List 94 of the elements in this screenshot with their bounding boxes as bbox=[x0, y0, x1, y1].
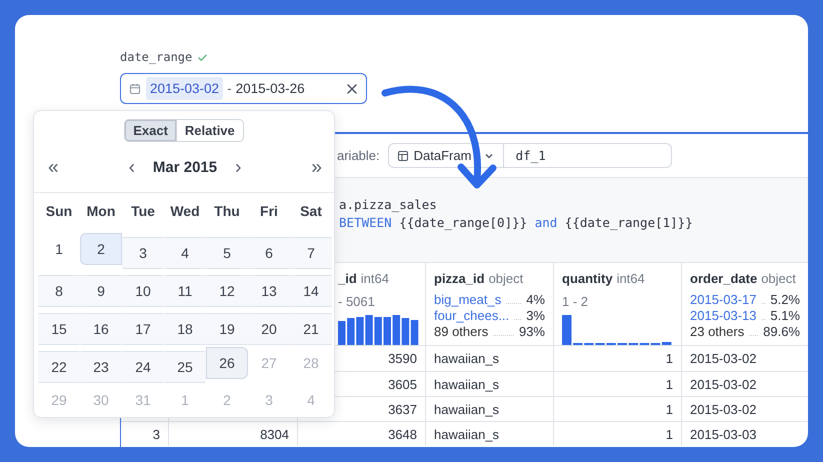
table-cell: hawaiian_s bbox=[434, 351, 500, 366]
top-value-label[interactable]: big_meat_s bbox=[434, 292, 502, 308]
previous-year-button[interactable]: « bbox=[48, 158, 59, 176]
table-cell: 1 bbox=[666, 402, 673, 416]
mode-tab[interactable]: Exact bbox=[124, 119, 177, 142]
top-value-share: 3% bbox=[526, 308, 545, 324]
table-icon bbox=[396, 150, 409, 162]
calendar-day[interactable]: 16 bbox=[80, 313, 122, 345]
calendar-day[interactable]: 20 bbox=[248, 313, 290, 345]
calendar-day[interactable]: 24 bbox=[122, 351, 164, 383]
weekday-label: Tue bbox=[130, 202, 156, 221]
table-cell: 3605 bbox=[388, 376, 417, 392]
column-name: _id bbox=[338, 271, 357, 286]
end-date[interactable]: 2015-03-26 bbox=[236, 81, 305, 96]
column-type: int64 bbox=[616, 271, 645, 286]
calendar-day[interactable]: 7 bbox=[290, 237, 332, 269]
variable-name-field[interactable]: df_1 bbox=[504, 143, 672, 168]
close-icon[interactable] bbox=[346, 82, 358, 94]
next-year-button[interactable]: » bbox=[311, 158, 322, 176]
table-cell: 1 bbox=[666, 351, 673, 366]
weekday-label: Wed bbox=[169, 202, 201, 221]
table-cell: hawaiian_s bbox=[434, 376, 500, 392]
calendar-icon bbox=[129, 82, 141, 94]
table-cell: 1 bbox=[666, 426, 673, 442]
next-month-button[interactable]: › bbox=[235, 158, 242, 176]
calendar-day[interactable]: 21 bbox=[290, 313, 332, 345]
calendar-day[interactable]: 25 bbox=[164, 351, 206, 383]
previous-month-button[interactable]: ‹ bbox=[128, 158, 135, 176]
code-line: a.pizza_sales bbox=[339, 196, 437, 214]
weekday-label: Sat bbox=[299, 202, 323, 221]
top-value-label: 23 others bbox=[690, 324, 744, 340]
value-range: - 5061 bbox=[338, 294, 376, 309]
calendar-day[interactable]: 26 bbox=[206, 347, 248, 379]
date-range-field[interactable]: 2015-03-02 - 2015-03-26 bbox=[120, 73, 367, 104]
column-name: pizza_id bbox=[434, 271, 485, 286]
mode-tab[interactable]: Relative bbox=[176, 119, 244, 142]
variable-label: ariable: bbox=[337, 148, 380, 163]
top-value-label[interactable]: 2015-03-13 bbox=[690, 308, 756, 324]
range-separator: - bbox=[227, 81, 232, 96]
calendar-day[interactable]: 1 bbox=[38, 233, 80, 265]
table-cell: 3590 bbox=[388, 351, 417, 366]
table-cell: 8304 bbox=[260, 426, 289, 442]
table-cell: 2015-03-03 bbox=[690, 426, 756, 442]
top-value-label[interactable]: 2015-03-17 bbox=[690, 292, 756, 308]
calendar-day[interactable]: 5 bbox=[206, 237, 248, 269]
top-value-share: 93% bbox=[518, 324, 545, 340]
field-label: date_range bbox=[120, 50, 192, 64]
calendar-day[interactable]: 8 bbox=[38, 275, 80, 307]
table-cell: 3637 bbox=[388, 402, 417, 416]
type-select[interactable]: DataFram bbox=[388, 143, 504, 168]
top-value-label[interactable]: four_chees... bbox=[434, 308, 510, 324]
calendar-day[interactable]: 2 bbox=[80, 233, 122, 265]
column-type: int64 bbox=[360, 271, 389, 286]
weekday-label: Sun bbox=[44, 202, 74, 221]
column-type: object bbox=[488, 271, 524, 286]
weekday-label: Thu bbox=[213, 202, 241, 221]
value-range: 1 - 2 bbox=[562, 294, 590, 309]
start-date[interactable]: 2015-03-02 bbox=[146, 77, 224, 100]
calendar-day[interactable]: 13 bbox=[248, 275, 290, 307]
calendar-day[interactable]: 22 bbox=[38, 351, 80, 383]
calendar-day[interactable]: 3 bbox=[122, 237, 164, 269]
table-cell: 3648 bbox=[388, 426, 417, 442]
column-name: order_date bbox=[690, 271, 758, 286]
table-cell: 1 bbox=[666, 376, 673, 392]
top-value-share: 4% bbox=[526, 292, 545, 308]
top-value-label: 89 others bbox=[434, 324, 488, 340]
table-cell: 2015-03-02 bbox=[690, 351, 756, 366]
calendar-day[interactable]: 4 bbox=[164, 237, 206, 269]
table-cell: 2015-03-02 bbox=[690, 402, 756, 416]
calendar-day[interactable]: 15 bbox=[38, 313, 80, 345]
row-number: 3 bbox=[152, 426, 160, 442]
type-select-value: DataFram bbox=[414, 148, 472, 163]
calendar-day[interactable]: 11 bbox=[164, 275, 206, 307]
calendar-day[interactable]: 19 bbox=[206, 313, 248, 345]
calendar-day[interactable]: 6 bbox=[248, 237, 290, 269]
calendar-day[interactable]: 12 bbox=[206, 275, 248, 307]
weekday-label: Mon bbox=[86, 202, 116, 221]
top-value-share: 5.2% bbox=[770, 292, 800, 308]
table-cell: hawaiian_s bbox=[434, 426, 500, 442]
calendar-day[interactable]: 10 bbox=[122, 275, 164, 307]
table-cell: hawaiian_s bbox=[434, 402, 500, 416]
calendar-day[interactable]: 18 bbox=[164, 313, 206, 345]
column-name: quantity bbox=[562, 271, 613, 286]
calendar-day[interactable]: 14 bbox=[290, 275, 332, 307]
table-cell: 2015-03-02 bbox=[690, 376, 756, 392]
calendar-day[interactable]: 17 bbox=[122, 313, 164, 345]
weekday-label: Fri bbox=[259, 202, 279, 221]
month-title: Mar 2015 bbox=[152, 158, 218, 176]
top-value-share: 89.6% bbox=[763, 324, 800, 340]
code-line: BETWEEN {{date_range[0]}} and {{date_range[1]}} bbox=[339, 214, 693, 232]
calendar-day[interactable]: 23 bbox=[80, 351, 122, 383]
calendar-day[interactable]: 9 bbox=[80, 275, 122, 307]
top-value-share: 5.1% bbox=[770, 308, 800, 324]
column-type: object bbox=[761, 271, 796, 286]
